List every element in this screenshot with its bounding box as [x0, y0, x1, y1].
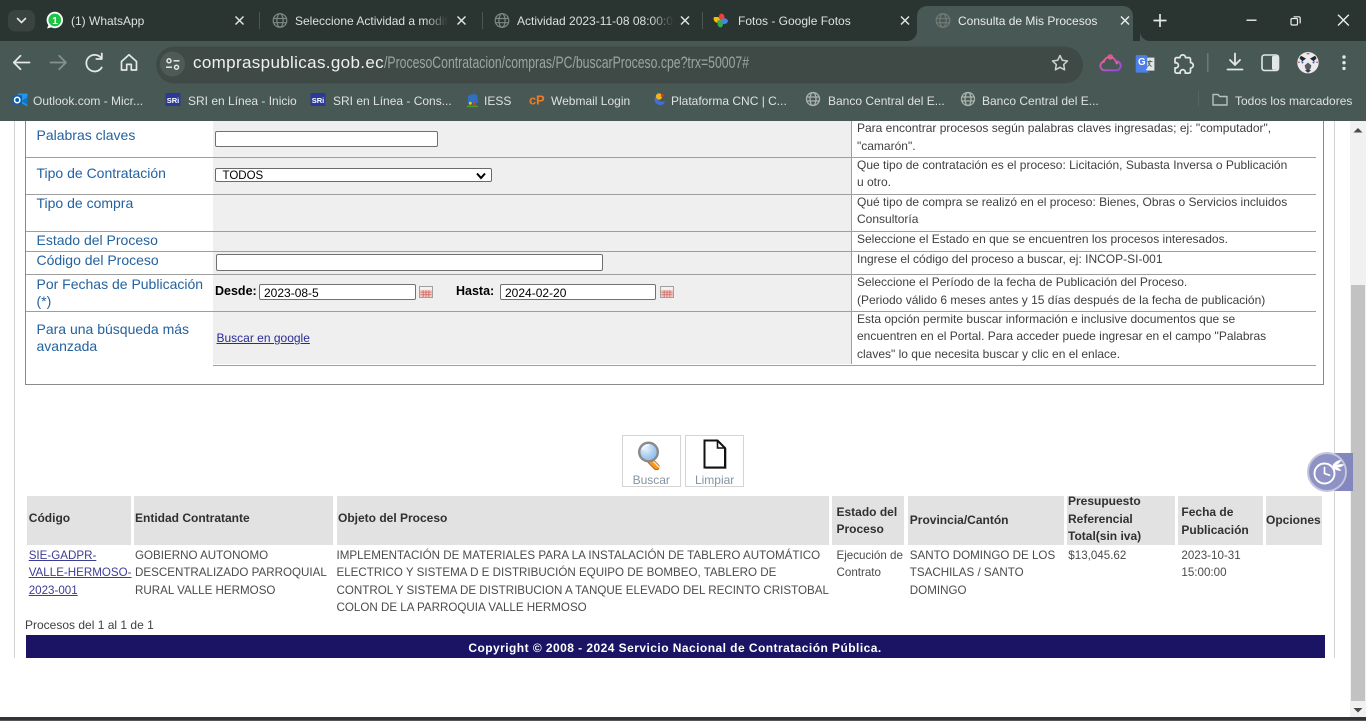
svg-text:1: 1: [52, 16, 58, 27]
svg-text:G: G: [1138, 57, 1146, 68]
